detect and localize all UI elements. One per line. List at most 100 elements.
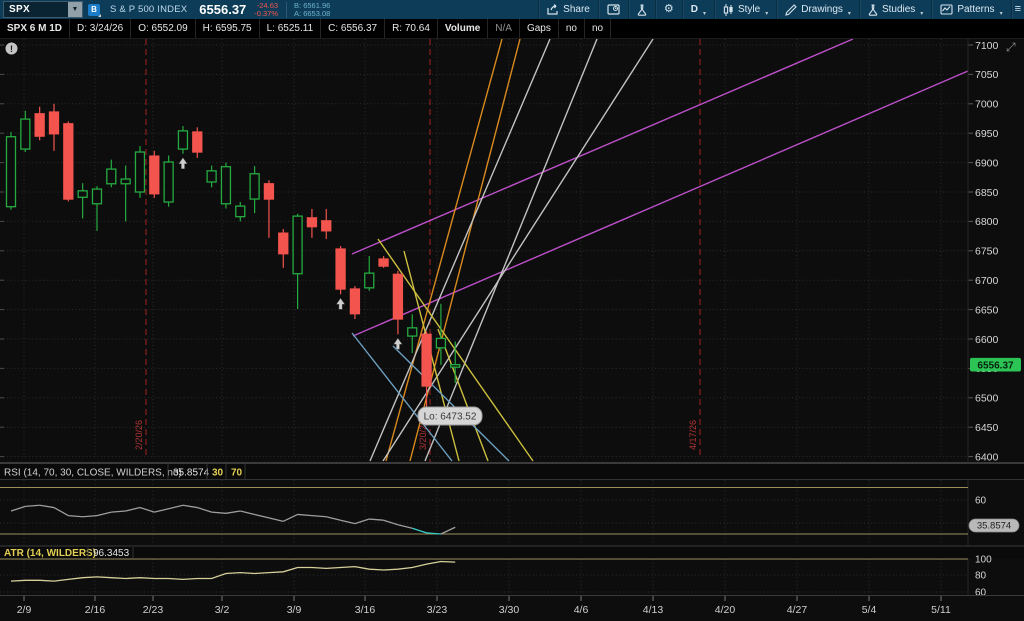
event-date-label: 2/20/26: [134, 420, 144, 450]
candle-body: [379, 259, 388, 266]
price-axis-label: 6700: [975, 275, 999, 287]
candle-body: [92, 189, 101, 204]
top-toolbar: SPX ▼ B S & P 500 INDEX 6556.37 -24.63 -…: [0, 0, 1024, 19]
toolbar-actions: Share ⚙ D Style Drawings Studies: [538, 0, 1024, 19]
settings-button[interactable]: ⚙: [655, 0, 682, 19]
price-axis-label: 7000: [975, 99, 999, 111]
chart-info-bar: SPX 6 M 1D D: 3/24/26 O: 6552.09 H: 6595…: [0, 19, 1024, 39]
candle-body: [150, 156, 159, 194]
symbol-input[interactable]: SPX ▼: [3, 1, 83, 18]
chevron-down-icon[interactable]: ▼: [68, 2, 82, 17]
studies-label: Studies: [882, 4, 915, 15]
pattern-chart-icon: [940, 4, 953, 15]
symbol-period: SPX 6 M 1D: [0, 19, 70, 38]
candle-body: [293, 216, 302, 274]
gap-right-value[interactable]: no: [585, 19, 611, 38]
timeframe-button[interactable]: D: [682, 0, 714, 19]
volume-label[interactable]: Volume: [438, 19, 488, 38]
drawings-button[interactable]: Drawings: [776, 0, 859, 19]
patterns-button[interactable]: Patterns: [931, 0, 1010, 19]
candle-body: [408, 328, 417, 336]
exchange-b-badge[interactable]: B: [88, 4, 100, 16]
time-axis-label: 3/2: [215, 604, 230, 616]
time-axis-label: 5/4: [862, 604, 877, 616]
time-axis-label: 2/9: [17, 604, 32, 616]
atr-axis-label: 80: [975, 571, 987, 582]
candle-body: [236, 206, 245, 217]
info-low: L: 6525.11: [260, 19, 322, 38]
candle-body: [178, 131, 187, 149]
svg-text:⤢: ⤢: [1005, 40, 1016, 54]
expand-icon[interactable]: ⤢: [1005, 40, 1016, 54]
atr-header: ATR (14, WILDERS)96.3453: [0, 546, 1024, 559]
share-button[interactable]: Share: [538, 0, 598, 19]
ask-value: A: 6653.08: [294, 10, 330, 18]
rsi-value: 35.8574: [173, 468, 210, 479]
svg-text:!: !: [10, 44, 13, 54]
candle-body: [322, 221, 331, 231]
gaps-label[interactable]: Gaps: [520, 19, 559, 38]
time-axis-label: 3/9: [287, 604, 302, 616]
chevron-down-icon: [848, 10, 851, 17]
flask-icon: [637, 4, 647, 16]
time-axis-label: 2/16: [85, 604, 106, 616]
rsi-overbought-param: 70: [231, 468, 243, 479]
time-axis-label: 4/13: [643, 604, 664, 616]
time-axis-label: 4/6: [574, 604, 589, 616]
price-axis-label: 6850: [975, 187, 999, 199]
price-axis-label: 6450: [975, 422, 999, 434]
share-label: Share: [563, 4, 590, 15]
rsi-axis-label: 60: [975, 496, 987, 507]
price-axis-label: 6500: [975, 393, 999, 405]
rsi-oversold-param: 30: [212, 468, 224, 479]
flask-icon: [868, 4, 878, 16]
symbol-value: SPX: [4, 2, 68, 17]
style-button[interactable]: Style: [714, 0, 776, 19]
candle-body: [49, 112, 58, 134]
low-tooltip: Lo: 6473.52: [418, 407, 482, 425]
time-axis-label: 3/23: [427, 604, 448, 616]
chart-canvas[interactable]: 2/20/263/20/264/17/266400645065006550660…: [0, 39, 1024, 621]
last-price-badge-text: 6556.37: [977, 360, 1014, 371]
last-price: 6556.37: [199, 2, 246, 17]
bid-ask: B: 6561.96 A: 6653.08: [286, 2, 330, 18]
atr-value: 96.3453: [93, 548, 130, 559]
alerts-button[interactable]: [598, 0, 628, 19]
candle-body: [307, 218, 316, 227]
time-axis-label: 3/16: [355, 604, 376, 616]
atr-axis-label: 100: [975, 555, 992, 566]
candle-body: [78, 191, 87, 197]
atr-study-label: ATR (14, WILDERS): [4, 548, 96, 559]
candle-body: [451, 365, 460, 368]
patterns-label: Patterns: [957, 4, 994, 15]
price-axis-label: 7050: [975, 69, 999, 81]
candle-body: [135, 152, 144, 192]
share-icon: [547, 4, 559, 15]
price-axis-label: 6750: [975, 246, 999, 258]
volume-value: N/A: [488, 19, 520, 38]
info-icon[interactable]: !: [6, 43, 18, 55]
chevron-down-icon: [765, 10, 768, 17]
gap-left-value[interactable]: no: [559, 19, 585, 38]
price-axis-label: 6800: [975, 216, 999, 228]
rsi-badge-text: 35.8574: [977, 521, 1011, 532]
chevron-down-icon: [1000, 10, 1003, 17]
gear-icon: ⚙: [664, 4, 674, 15]
info-date: D: 3/24/26: [70, 19, 131, 38]
price-axis-label: 7100: [975, 40, 999, 52]
candle-body: [436, 338, 445, 347]
event-date-label: 4/17/26: [688, 420, 698, 450]
price-change: -24.63 -0.37%: [254, 2, 278, 18]
rsi-study-label: RSI (14, 70, 30, CLOSE, WILDERS, no): [4, 468, 182, 479]
symbol-description: S & P 500 INDEX: [110, 4, 187, 15]
candle-body: [393, 274, 402, 319]
candle-body: [35, 114, 44, 136]
price-axis-label: 6900: [975, 157, 999, 169]
more-menu-button[interactable]: ≡: [1011, 0, 1024, 19]
info-high: H: 6595.75: [196, 19, 260, 38]
studies-button[interactable]: Studies: [859, 0, 931, 19]
analysis-button[interactable]: [628, 0, 655, 19]
candle-body: [193, 132, 202, 152]
candle-body: [422, 334, 431, 386]
atr-axis-label: 60: [975, 588, 987, 599]
